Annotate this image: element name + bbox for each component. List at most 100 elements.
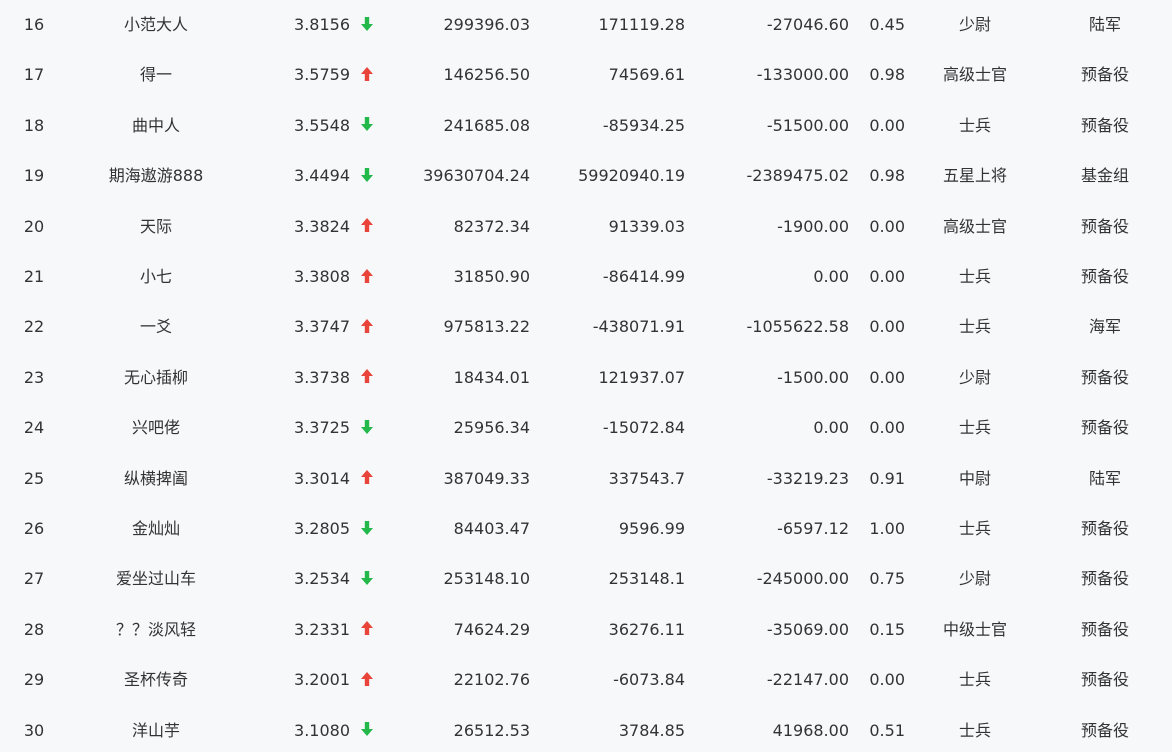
- value3-cell: -1900.00: [777, 216, 849, 236]
- value2-cell: 59920940.19: [578, 166, 685, 186]
- group-cell: 预备役: [1080, 115, 1129, 135]
- military-rank-cell: 士兵: [958, 317, 991, 337]
- group-cell: 预备役: [1080, 216, 1129, 236]
- value1-cell: 74624.29: [453, 619, 530, 639]
- value3-cell: -2389475.02: [746, 166, 849, 186]
- value1-cell: 39630704.24: [423, 166, 530, 186]
- value2-cell: 3784.85: [618, 720, 685, 740]
- value2-cell: 337543.7: [608, 468, 685, 488]
- table-row[interactable]: 20 天际 3.3824 82372.34 91339.03 -1900.00 0.00 高级…: [0, 202, 1172, 252]
- rank-cell: 18: [23, 115, 45, 135]
- arrow-up-icon: [357, 252, 377, 302]
- table-row[interactable]: 29 圣杯传奇 3.2001 22102.76 -6073.84 -22147.00 0.0…: [0, 655, 1172, 705]
- military-rank-cell: 高级士官: [942, 65, 1007, 85]
- rank-cell: 26: [23, 519, 45, 538]
- group-cell: 陆军: [1088, 15, 1121, 34]
- score-cell: 3.3747: [294, 317, 350, 337]
- table-row[interactable]: 21 小七 3.3808 31850.90 -86414.99 0.00 0.00 士兵 预备役: [0, 252, 1172, 302]
- table-row[interactable]: 25 纵横捭阖 3.3014 387049.33 337543.7 -33219.23 0.…: [0, 454, 1172, 504]
- arrow-up-icon: [357, 50, 377, 100]
- score-cell: 3.2001: [294, 670, 350, 690]
- score-cell: 3.5759: [294, 65, 350, 85]
- value2-cell: -85934.25: [602, 115, 685, 135]
- rank-cell: 19: [23, 166, 45, 186]
- value4-cell: 0.51: [869, 720, 905, 740]
- score-cell: 3.2534: [294, 569, 350, 589]
- name-cell: 曲中人: [131, 115, 180, 135]
- table-row[interactable]: 26 金灿灿 3.2805 84403.47 9596.99 -6597.12 1.00 士兵…: [0, 504, 1172, 554]
- value2-cell: 9596.99: [618, 519, 685, 538]
- value1-cell: 975813.22: [443, 317, 530, 337]
- arrow-up-icon: [357, 202, 377, 252]
- table-row[interactable]: 16 小范大人 3.8156 299396.03 171119.28 -27046.60 0…: [0, 0, 1172, 50]
- value3-cell: -1055622.58: [746, 317, 849, 337]
- table-row[interactable]: 22 一爻 3.3747 975813.22 -438071.91 -1055622.58…: [0, 302, 1172, 352]
- value3-cell: -133000.00: [756, 65, 849, 85]
- value1-cell: 84403.47: [453, 519, 530, 538]
- value4-cell: 0.00: [869, 317, 905, 337]
- value2-cell: 91339.03: [608, 216, 685, 236]
- table-row[interactable]: 23 无心插柳 3.3738 18434.01 121937.07 -1500.00 0.0…: [0, 353, 1172, 403]
- group-cell: 基金组: [1080, 166, 1129, 186]
- value2-cell: 253148.1: [608, 569, 685, 589]
- value4-cell: 0.00: [869, 216, 905, 236]
- value1-cell: 146256.50: [443, 65, 530, 85]
- value2-cell: 36276.11: [608, 619, 685, 639]
- name-cell: ？？淡风轻: [115, 619, 196, 639]
- arrow-down-icon: [357, 0, 377, 50]
- name-cell: 得一: [139, 65, 172, 85]
- value4-cell: 0.00: [869, 267, 905, 286]
- arrow-up-icon: [357, 454, 377, 504]
- military-rank-cell: 少尉: [958, 367, 991, 387]
- ranking-table: 16 小范大人 3.8156 299396.03 171119.28 -27046.60 0…: [0, 0, 1172, 752]
- table-row[interactable]: 24 兴吧佬 3.3725 25956.34 -15072.84 0.00 0.00 士兵 预备…: [0, 403, 1172, 453]
- arrow-up-icon: [357, 605, 377, 655]
- table-row[interactable]: 18 曲中人 3.5548 241685.08 -85934.25 -51500.00 0.…: [0, 101, 1172, 151]
- value4-cell: 1.00: [869, 519, 905, 538]
- score-cell: 3.1080: [294, 720, 350, 740]
- group-cell: 预备役: [1080, 670, 1129, 690]
- value3-cell: -35069.00: [766, 619, 849, 639]
- value4-cell: 0.00: [869, 418, 905, 438]
- value4-cell: 0.00: [869, 670, 905, 690]
- group-cell: 预备役: [1080, 519, 1129, 538]
- score-cell: 3.2805: [294, 519, 350, 538]
- value3-cell: 0.00: [813, 418, 849, 438]
- value2-cell: -438071.91: [592, 317, 685, 337]
- group-cell: 预备役: [1080, 569, 1129, 589]
- group-cell: 预备役: [1080, 418, 1129, 438]
- table-row[interactable]: 28 ？？淡风轻 3.2331 74624.29 36276.11 -35069.00 0.…: [0, 605, 1172, 655]
- name-cell: 兴吧佬: [131, 418, 180, 438]
- name-cell: 圣杯传奇: [123, 670, 188, 690]
- table-row[interactable]: 19 期海遨游888 3.4494 39630704.24 59920940.19 -23…: [0, 151, 1172, 201]
- rank-cell: 20: [23, 216, 45, 236]
- arrow-up-icon: [357, 353, 377, 403]
- score-cell: 3.3808: [294, 267, 350, 286]
- value4-cell: 0.98: [869, 166, 905, 186]
- value3-cell: 41968.00: [772, 720, 849, 740]
- military-rank-cell: 士兵: [958, 720, 991, 740]
- table-row[interactable]: 27 爱坐过山车 3.2534 253148.10 253148.1 -245000.00…: [0, 554, 1172, 604]
- value1-cell: 18434.01: [453, 367, 530, 387]
- score-cell: 3.8156: [294, 15, 350, 34]
- name-cell: 天际: [139, 216, 172, 236]
- military-rank-cell: 五星上将: [942, 166, 1007, 186]
- value1-cell: 299396.03: [443, 15, 530, 34]
- value4-cell: 0.45: [869, 15, 905, 34]
- value4-cell: 0.75: [869, 569, 905, 589]
- score-cell: 3.2331: [294, 619, 350, 639]
- rank-cell: 17: [23, 65, 45, 85]
- group-cell: 预备役: [1080, 619, 1129, 639]
- rank-cell: 24: [23, 418, 45, 438]
- group-cell: 预备役: [1080, 720, 1129, 740]
- value2-cell: -6073.84: [613, 670, 685, 690]
- value4-cell: 0.00: [869, 115, 905, 135]
- rank-cell: 28: [23, 619, 45, 639]
- name-cell: 期海遨游888: [108, 166, 204, 186]
- military-rank-cell: 士兵: [958, 670, 991, 690]
- table-row[interactable]: 17 得一 3.5759 146256.50 74569.61 -133000.00 0.9…: [0, 50, 1172, 100]
- value1-cell: 387049.33: [443, 468, 530, 488]
- value2-cell: -15072.84: [602, 418, 685, 438]
- value1-cell: 25956.34: [453, 418, 530, 438]
- table-row[interactable]: 30 洋山芋 3.1080 26512.53 3784.85 41968.00 0.51 士兵…: [0, 706, 1172, 752]
